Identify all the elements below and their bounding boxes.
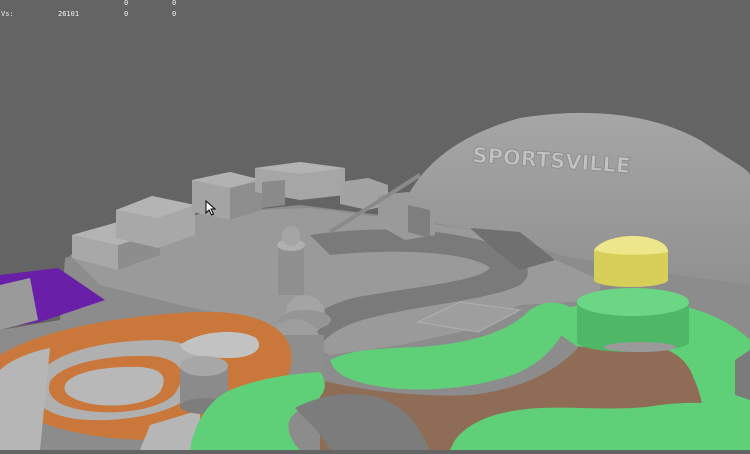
stats-label: Vs: (1, 10, 14, 18)
stats-row: Vs: 26101 0 0 (0, 9, 200, 20)
yellow-tank[interactable] (594, 236, 668, 287)
green-platform[interactable] (577, 288, 689, 352)
stats-row: 0 0 (0, 0, 200, 9)
stats-value-2: 0 (124, 0, 129, 7)
arrow-cursor-icon (205, 200, 217, 216)
scene-render[interactable]: SPORTSVILLE (0, 0, 750, 450)
stats-value-1: 26101 (58, 10, 80, 18)
stats-value-2: 0 (124, 10, 129, 18)
stats-value-3: 0 (172, 10, 177, 18)
3d-viewport[interactable]: SPORTSVILLE 0 0 Vs: 26101 0 0 (0, 0, 750, 450)
stats-value-3: 0 (172, 0, 177, 7)
stats-hud: 0 0 Vs: 26101 0 0 (0, 0, 200, 20)
